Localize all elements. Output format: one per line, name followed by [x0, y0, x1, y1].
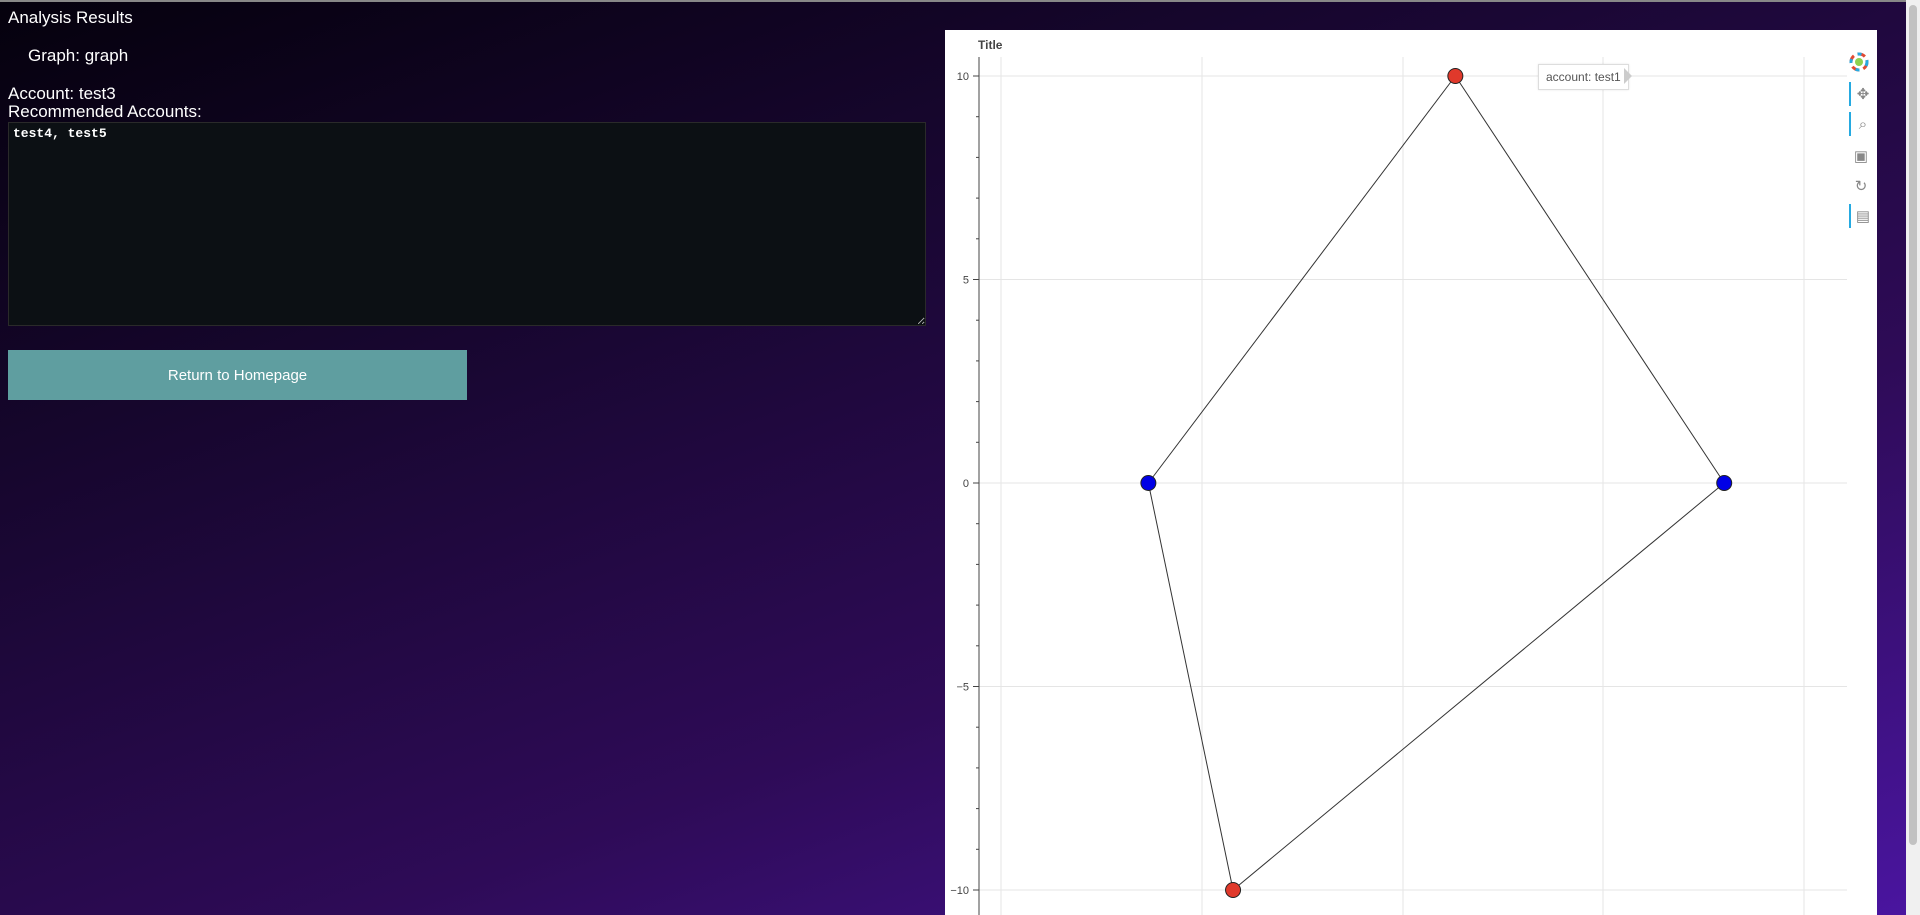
recommended-accounts-textarea[interactable] [8, 122, 926, 326]
graph-node [1225, 882, 1242, 898]
hover-icon[interactable]: ▤ [1849, 204, 1875, 228]
tooltip-arrow [1624, 68, 1632, 84]
page-title: Analysis Results [8, 8, 133, 27]
recommended-accounts-label: Recommended Accounts: [8, 102, 202, 121]
graph-node [1447, 68, 1464, 84]
bokeh-logo-icon[interactable] [1849, 52, 1873, 76]
graph-plot-svg[interactable]: Title 10 5 0 −5 −10 [945, 30, 1877, 915]
graph-node [1140, 475, 1157, 491]
graph-plot-panel[interactable]: Title 10 5 0 −5 −10 ✥ ⌕ ▣ ↻ ▤ [945, 30, 1877, 915]
pan-icon[interactable]: ✥ [1849, 82, 1875, 106]
graph-node [1716, 475, 1733, 491]
wheel-zoom-icon[interactable]: ⌕ [1849, 112, 1875, 136]
y-tick-label: 5 [963, 275, 969, 287]
page-scrollbar-thumb[interactable] [1909, 5, 1917, 845]
return-to-homepage-button[interactable]: Return to Homepage [8, 350, 467, 400]
y-tick-label: 10 [957, 71, 969, 83]
y-tick-label: −10 [950, 885, 969, 897]
window-top-border [0, 0, 1920, 2]
y-tick-label: −5 [956, 682, 969, 694]
graph-label: Graph: graph [28, 46, 129, 65]
chart-title: Title [978, 38, 1003, 52]
reset-icon[interactable]: ↻ [1849, 174, 1873, 198]
hover-tooltip: account: test1 [1538, 64, 1629, 90]
y-tick-label: 0 [963, 478, 969, 490]
account-label: Account: test3 [8, 84, 116, 103]
save-icon[interactable]: ▣ [1849, 144, 1873, 168]
plot-toolbar: ✥ ⌕ ▣ ↻ ▤ [1845, 52, 1875, 252]
